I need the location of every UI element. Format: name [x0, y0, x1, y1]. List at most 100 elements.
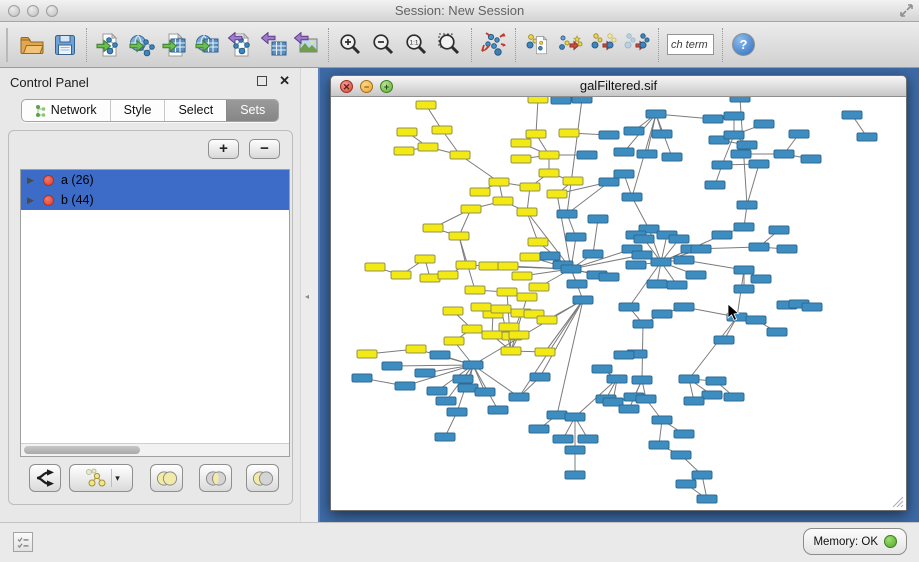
graph-node-yellow[interactable]: [537, 316, 557, 324]
graph-node-blue[interactable]: [352, 374, 372, 382]
graph-edge[interactable]: [689, 317, 737, 379]
graph-node-yellow[interactable]: [539, 151, 559, 159]
graph-node-blue[interactable]: [767, 328, 787, 336]
graph-node-blue[interactable]: [746, 316, 766, 324]
graph-node-blue[interactable]: [649, 441, 669, 449]
graph-node-yellow[interactable]: [444, 337, 464, 345]
graph-node-yellow[interactable]: [443, 307, 463, 315]
graph-node-blue[interactable]: [731, 150, 751, 158]
import-network-url-button[interactable]: [125, 26, 158, 64]
graph-node-blue[interactable]: [565, 471, 585, 479]
graph-node-blue[interactable]: [774, 150, 794, 158]
graph-node-blue[interactable]: [691, 245, 711, 253]
network-graph[interactable]: [331, 97, 906, 510]
graph-node-blue[interactable]: [686, 271, 706, 279]
graph-node-blue[interactable]: [652, 130, 672, 138]
graph-node-blue[interactable]: [547, 411, 567, 419]
graph-node-blue[interactable]: [509, 393, 529, 401]
graph-node-blue[interactable]: [619, 303, 639, 311]
graph-node-blue[interactable]: [676, 480, 696, 488]
graph-node-blue[interactable]: [674, 430, 694, 438]
graph-node-yellow[interactable]: [406, 345, 426, 353]
search-input[interactable]: [667, 34, 714, 55]
graph-node-blue[interactable]: [633, 320, 653, 328]
graph-node-yellow[interactable]: [498, 262, 518, 270]
graph-node-blue[interactable]: [599, 178, 619, 186]
graph-node-yellow[interactable]: [470, 188, 490, 196]
graph-node-blue[interactable]: [692, 471, 712, 479]
graph-node-yellow[interactable]: [456, 261, 476, 269]
network-canvas[interactable]: [331, 97, 906, 510]
graph-node-yellow[interactable]: [365, 263, 385, 271]
zoom-out-button[interactable]: [367, 26, 400, 64]
splitter-collapse-icon[interactable]: ◂: [305, 292, 309, 301]
scrollbar-thumb[interactable]: [24, 446, 140, 454]
task-history-button[interactable]: [13, 532, 33, 552]
graph-node-blue[interactable]: [802, 303, 822, 311]
graph-node-blue[interactable]: [734, 266, 754, 274]
graph-node-blue[interactable]: [592, 365, 612, 373]
graph-node-blue[interactable]: [624, 127, 644, 135]
graph-node-blue[interactable]: [662, 153, 682, 161]
export-table-button[interactable]: [257, 26, 290, 64]
graph-node-blue[interactable]: [551, 97, 571, 104]
graph-node-blue[interactable]: [679, 375, 699, 383]
set-list-item[interactable]: ▶a (26): [21, 170, 289, 190]
remove-set-button[interactable]: −: [249, 139, 280, 159]
graph-node-blue[interactable]: [435, 433, 455, 441]
graph-node-blue[interactable]: [573, 296, 593, 304]
graph-node-blue[interactable]: [749, 160, 769, 168]
graph-node-blue[interactable]: [578, 435, 598, 443]
graph-node-yellow[interactable]: [526, 130, 546, 138]
new-network-from-selection-button[interactable]: [521, 26, 554, 64]
graph-node-blue[interactable]: [674, 256, 694, 264]
zoom-actual-button[interactable]: 1:1: [400, 26, 433, 64]
graph-node-blue[interactable]: [427, 387, 447, 395]
graph-node-blue[interactable]: [607, 375, 627, 383]
graph-node-blue[interactable]: [529, 425, 549, 433]
graph-node-blue[interactable]: [801, 155, 821, 163]
graph-node-blue[interactable]: [702, 391, 722, 399]
graph-node-blue[interactable]: [453, 375, 473, 383]
graph-node-blue[interactable]: [734, 223, 754, 231]
graph-node-blue[interactable]: [614, 148, 634, 156]
graph-node-blue[interactable]: [614, 351, 634, 359]
graph-node-blue[interactable]: [619, 405, 639, 413]
panel-splitter[interactable]: ◂: [300, 68, 318, 522]
graph-node-blue[interactable]: [567, 280, 587, 288]
graph-node-blue[interactable]: [730, 97, 750, 102]
import-network-file-button[interactable]: [92, 26, 125, 64]
graph-node-blue[interactable]: [447, 408, 467, 416]
graph-node-blue[interactable]: [777, 245, 797, 253]
frame-minimize-icon[interactable]: −: [360, 80, 373, 93]
graph-node-blue[interactable]: [754, 120, 774, 128]
graph-node-blue[interactable]: [430, 351, 450, 359]
graph-edge[interactable]: [536, 99, 538, 134]
graph-node-yellow[interactable]: [520, 183, 540, 191]
graph-node-blue[interactable]: [583, 250, 603, 258]
union-sets-button[interactable]: [150, 464, 183, 492]
graph-node-blue[interactable]: [724, 112, 744, 120]
graph-node-blue[interactable]: [637, 150, 657, 158]
expand-triangle-icon[interactable]: ▶: [27, 175, 36, 186]
graph-node-blue[interactable]: [636, 395, 656, 403]
graph-node-blue[interactable]: [463, 361, 483, 369]
graph-node-blue[interactable]: [436, 397, 456, 405]
expand-triangle-icon[interactable]: ▶: [27, 195, 36, 206]
graph-node-blue[interactable]: [724, 393, 744, 401]
graph-node-yellow[interactable]: [509, 331, 529, 339]
horizontal-scrollbar[interactable]: [21, 443, 289, 456]
graph-node-yellow[interactable]: [479, 262, 499, 270]
graph-node-yellow[interactable]: [397, 128, 417, 136]
graph-node-blue[interactable]: [395, 382, 415, 390]
graph-node-blue[interactable]: [737, 201, 757, 209]
graph-node-blue[interactable]: [530, 373, 550, 381]
zoom-selected-button[interactable]: [433, 26, 466, 64]
graph-node-yellow[interactable]: [511, 155, 531, 163]
graph-node-blue[interactable]: [712, 161, 732, 169]
graph-node-blue[interactable]: [669, 235, 689, 243]
graph-node-yellow[interactable]: [517, 293, 537, 301]
memory-status-button[interactable]: Memory: OK: [803, 528, 907, 555]
graph-node-yellow[interactable]: [511, 139, 531, 147]
new-network-from-visible-button[interactable]: [620, 26, 653, 64]
